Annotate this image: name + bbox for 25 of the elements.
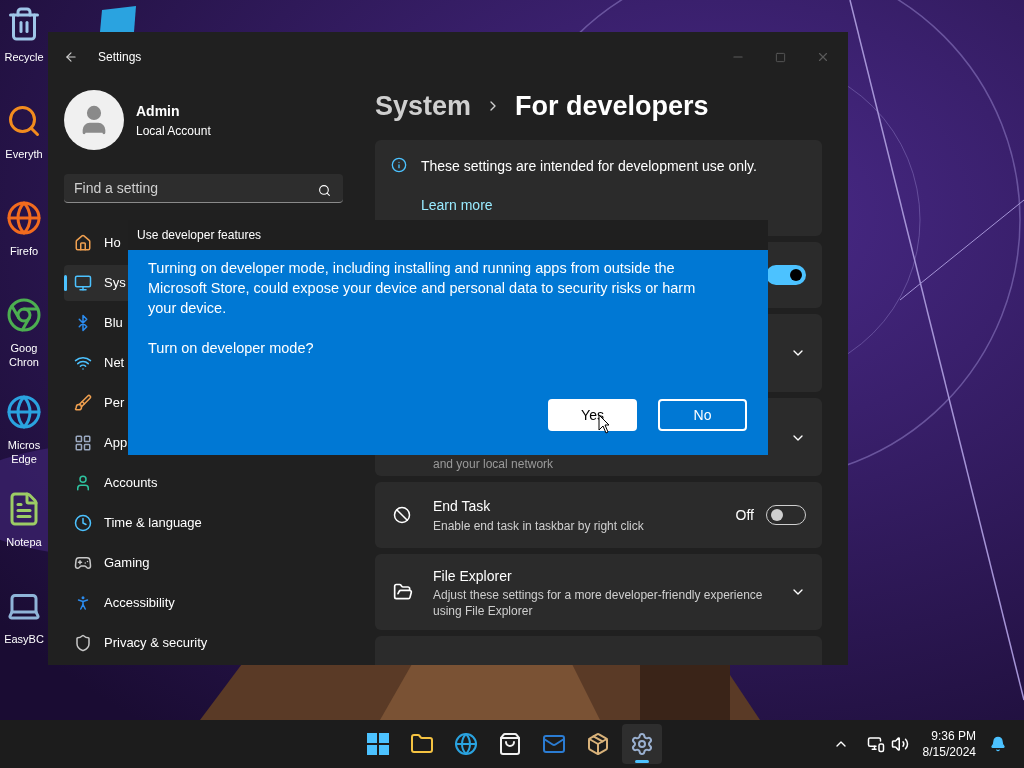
desktop-icon-label: Goog [10, 341, 38, 355]
desktop-icon-label: Firefo [9, 244, 39, 258]
window-title: Settings [98, 49, 142, 66]
account-type: Local Account [136, 122, 211, 140]
desktop-icon-label: Notepa [6, 535, 42, 549]
dialog-message: Turning on developer mode, including installing and running apps from outside the Microsoft Store, could expose your device and personal data to security risks or harm your device. [148, 259, 697, 318]
desktop-icon-label: Everyth [5, 147, 43, 161]
desktop-icon-label: Micros [7, 438, 41, 452]
setting-description: and your local network [433, 456, 554, 473]
setting-title: File Explorer [433, 566, 513, 586]
desktop-icon-label: Edge [11, 452, 37, 466]
desktop-icon-label: Recycle [4, 50, 44, 64]
setting-description: Enable end task in taskbar by right click [433, 517, 644, 535]
desktop-icon-label: EasyBC [4, 632, 44, 646]
desktop-icon-label: Chron [9, 355, 39, 369]
dialog-question: Turn on developer mode? [148, 339, 315, 358]
clock-date: 8/15/2024 [922, 744, 976, 760]
dialog-title: Use developer features [137, 227, 262, 244]
page-title: For developers [515, 89, 709, 123]
info-text: These settings are intended for development use only. [421, 157, 757, 176]
setting-title: End Task [433, 496, 492, 516]
clock-time: 9:36 PM [931, 728, 976, 744]
toggle-state-label: Off [735, 505, 754, 525]
user-name: Admin [136, 101, 181, 121]
setting-description: Adjust these settings for a more developer-friendly experience using File Explorer [433, 586, 764, 619]
